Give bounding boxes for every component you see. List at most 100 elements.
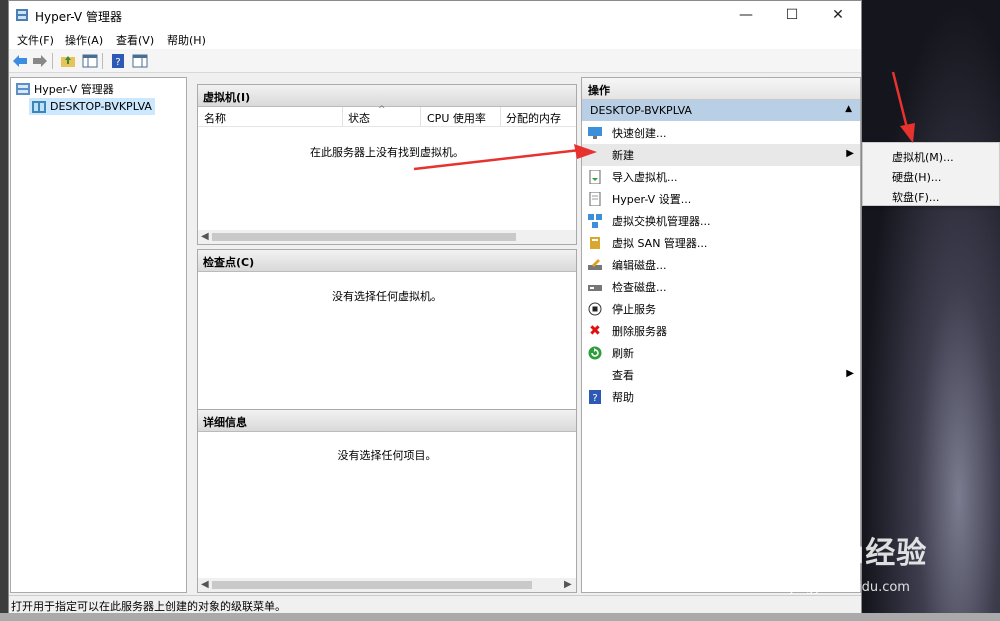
details-pane: 详细信息 没有选择任何项目。 ◀ ▶: [197, 409, 577, 593]
help-icon[interactable]: ?: [109, 52, 127, 70]
action-label: 检查磁盘...: [612, 281, 667, 294]
action-label: 刷新: [612, 347, 634, 360]
import-vm-icon: [588, 170, 602, 184]
actions-section-label: DESKTOP-BVKPLVA: [590, 104, 692, 117]
tree-root-label: Hyper-V 管理器: [34, 82, 114, 96]
maximize-button[interactable]: ☐: [769, 1, 815, 29]
column-memory[interactable]: 分配的内存: [506, 110, 561, 126]
action-new[interactable]: 新建 ▶: [582, 144, 860, 166]
action-label: 删除服务器: [612, 325, 667, 338]
actions-title: 操作: [582, 78, 860, 100]
center-panes: 虚拟机(I) 名称 状态 ^ CPU 使用率 分配的内存 在此服务器上没有找到虚…: [197, 84, 577, 593]
vm-pane: 虚拟机(I) 名称 状态 ^ CPU 使用率 分配的内存 在此服务器上没有找到虚…: [197, 84, 577, 245]
menu-help[interactable]: 帮助(H): [167, 32, 206, 48]
submenu-hard-disk[interactable]: 硬盘(H)...: [892, 169, 941, 185]
forward-arrow-icon[interactable]: [31, 52, 49, 70]
action-edit-disk[interactable]: 编辑磁盘...: [582, 254, 860, 276]
baidu-watermark: Baidu经验 jingyan.baidu.com: [764, 528, 927, 595]
san-manager-icon: [588, 236, 602, 250]
scroll-thumb[interactable]: [212, 233, 516, 241]
close-button[interactable]: ✕: [815, 1, 861, 29]
settings-doc-icon: [588, 192, 602, 206]
scroll-right-icon[interactable]: ▶: [564, 579, 572, 590]
vm-horizontal-scrollbar[interactable]: ◀: [198, 230, 576, 244]
checkpoint-pane-title: 检查点(C): [198, 250, 576, 272]
hyperv-app-icon: [16, 9, 28, 21]
hyperv-manager-icon: [16, 82, 30, 95]
column-divider[interactable]: [420, 107, 421, 127]
scroll-thumb[interactable]: [212, 581, 532, 589]
details-horizontal-scrollbar[interactable]: ◀ ▶: [198, 578, 576, 592]
hyperv-window: Hyper-V 管理器 — ☐ ✕ 文件(F) 操作(A) 查看(V) 帮助(H…: [8, 0, 862, 613]
action-view[interactable]: 查看 ▶: [582, 364, 860, 386]
submenu-arrow-icon: ▶: [846, 148, 854, 159]
action-help[interactable]: ? 帮助: [582, 386, 860, 408]
watermark-url: jingyan.baidu.com: [790, 580, 910, 595]
action-label: 停止服务: [612, 303, 656, 316]
delete-icon: ✖: [589, 323, 601, 339]
column-divider[interactable]: [342, 107, 343, 127]
svg-text:?: ?: [115, 57, 120, 68]
back-arrow-icon[interactable]: [11, 52, 29, 70]
vm-column-header: 名称 状态 ^ CPU 使用率 分配的内存: [198, 105, 576, 127]
submenu-floppy-disk[interactable]: 软盘(F)...: [892, 189, 939, 205]
scroll-left-icon[interactable]: ◀: [201, 231, 209, 242]
tree-item-root[interactable]: Hyper-V 管理器: [13, 80, 117, 97]
tree-item-server[interactable]: DESKTOP-BVKPLVA: [29, 98, 155, 115]
action-hyperv-settings[interactable]: Hyper-V 设置...: [582, 188, 860, 210]
action-remove-server[interactable]: ✖ 删除服务器: [582, 320, 860, 342]
action-import-vm[interactable]: 导入虚拟机...: [582, 166, 860, 188]
status-bar: 打开用于指定可以在此服务器上创建的对象的级联菜单。: [9, 595, 861, 613]
scroll-left-icon[interactable]: ◀: [201, 579, 209, 590]
submenu-virtual-machine[interactable]: 虚拟机(M)...: [892, 149, 954, 165]
action-virtual-san-manager[interactable]: 虚拟 SAN 管理器...: [582, 232, 860, 254]
tree-server-label: DESKTOP-BVKPLVA: [50, 100, 152, 113]
new-submenu: 虚拟机(M)... 硬盘(H)... 软盘(F)...: [862, 142, 1000, 206]
minimize-button[interactable]: —: [723, 1, 769, 29]
column-cpu[interactable]: CPU 使用率: [427, 110, 486, 126]
show-tree-icon[interactable]: [81, 52, 99, 70]
toolbar-separator: [102, 53, 103, 69]
menu-view[interactable]: 查看(V): [116, 32, 154, 48]
quick-create-icon: [588, 126, 602, 140]
sort-caret-icon: ^: [378, 105, 386, 115]
refresh-icon: [588, 346, 602, 360]
action-label: 帮助: [612, 391, 634, 404]
action-refresh[interactable]: 刷新: [582, 342, 860, 364]
vm-empty-message: 在此服务器上没有找到虚拟机。: [310, 146, 464, 159]
action-label: 查看: [612, 369, 634, 382]
up-folder-icon[interactable]: [59, 52, 77, 70]
checkpoint-empty-message: 没有选择任何虚拟机。: [332, 290, 442, 303]
action-inspect-disk[interactable]: 检查磁盘...: [582, 276, 860, 298]
action-label: 快速创建...: [612, 127, 667, 140]
show-action-pane-icon[interactable]: [131, 52, 149, 70]
column-divider[interactable]: [500, 107, 501, 127]
actions-pane: 操作 DESKTOP-BVKPLVA ▲ 快速创建... 新建 ▶ 导入虚拟机.…: [581, 77, 861, 593]
action-label: 编辑磁盘...: [612, 259, 667, 272]
title-bar[interactable]: Hyper-V 管理器 — ☐ ✕: [9, 1, 861, 29]
edit-disk-icon: [588, 258, 602, 272]
column-name[interactable]: 名称: [204, 110, 226, 126]
help-icon: ?: [588, 390, 602, 404]
navigation-tree: Hyper-V 管理器 DESKTOP-BVKPLVA: [10, 77, 187, 593]
desktop-left-edge: [0, 0, 8, 621]
toolbar: ?: [9, 49, 861, 73]
menu-bar: 文件(F) 操作(A) 查看(V) 帮助(H): [9, 29, 861, 49]
action-stop-service[interactable]: 停止服务: [582, 298, 860, 320]
action-label: 虚拟 SAN 管理器...: [612, 237, 708, 250]
switch-manager-icon: [588, 214, 602, 228]
details-pane-title: 详细信息: [198, 410, 576, 432]
checkpoint-pane: 检查点(C) 没有选择任何虚拟机。: [197, 249, 577, 431]
menu-file[interactable]: 文件(F): [17, 32, 54, 48]
action-virtual-switch-manager[interactable]: 虚拟交换机管理器...: [582, 210, 860, 232]
window-title: Hyper-V 管理器: [35, 10, 122, 24]
actions-section-header[interactable]: DESKTOP-BVKPLVA ▲: [582, 100, 860, 121]
collapse-caret-icon[interactable]: ▲: [845, 104, 852, 114]
action-label: 虚拟交换机管理器...: [612, 215, 711, 228]
action-quick-create[interactable]: 快速创建...: [582, 122, 860, 144]
column-status[interactable]: 状态: [348, 110, 370, 126]
action-label: 导入虚拟机...: [612, 171, 678, 184]
svg-text:?: ?: [592, 393, 597, 404]
menu-action[interactable]: 操作(A): [65, 32, 103, 48]
action-label: 新建: [612, 149, 634, 162]
